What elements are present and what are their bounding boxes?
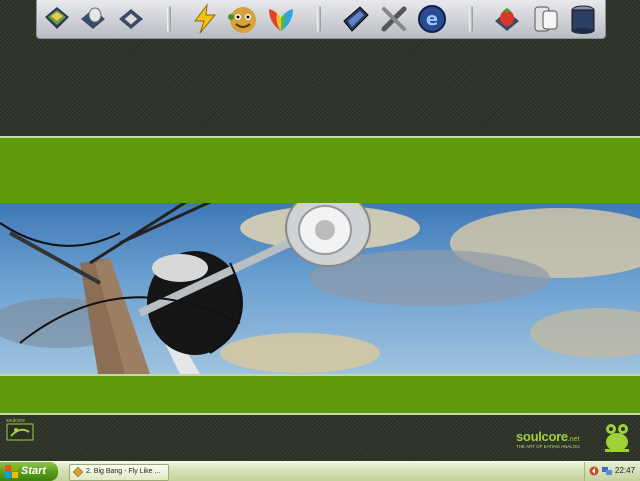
windows-flag-icon [5,465,18,478]
dock-separator [469,6,473,32]
recycle-bin-icon[interactable] [567,3,599,35]
svg-text:e: e [426,9,438,30]
desktop-icon[interactable] [41,3,73,35]
msn-butterfly-icon[interactable] [265,3,297,35]
buddy-icon[interactable] [227,3,259,35]
tools-icon[interactable] [378,3,410,35]
desktop-wallpaper: soulcore soulcore.net THE ART OF EATING … [0,0,640,461]
internet-explorer-icon[interactable]: e [416,3,448,35]
top-dock: e [36,0,606,39]
media-player-icon [73,467,83,477]
keyboard-icon[interactable] [115,3,147,35]
taskbar-button-media-player[interactable]: 2. Big Bang - Fly Like ... [69,464,169,481]
network-icon[interactable] [602,466,612,476]
strawberry-icon[interactable] [491,3,523,35]
brand-tagline: THE ART OF EATING ANALOG [516,444,580,449]
soulcore-small-logo: soulcore [6,418,34,442]
taskbar: Start 2. Big Bang - Fly Like ... 22:47 [0,461,640,481]
arrow-left-icon[interactable] [589,466,599,476]
wallpaper-photo [0,203,640,374]
soulcore-brand: soulcore.net THE ART OF EATING ANALOG [516,428,580,449]
winamp-icon[interactable] [189,3,221,35]
start-label: Start [21,465,47,477]
mouse-settings-icon[interactable] [77,3,109,35]
brand-name: soulcore [516,429,568,444]
wallpaper-green-band-top [0,136,640,206]
system-icon[interactable] [529,3,561,35]
utility-pole-illustration [0,203,640,374]
dock-separator [167,6,171,32]
dock-separator [317,6,321,32]
system-tray: 22:47 [584,462,640,481]
small-logo-caption: soulcore [6,418,25,424]
start-button[interactable]: Start [0,462,58,481]
brand-tld: .net [567,436,580,443]
wallpaper-green-band-bottom [0,374,640,415]
window-manager-icon[interactable] [340,3,372,35]
taskbar-button-label: 2. Big Bang - Fly Like ... [86,468,161,475]
clock: 22:47 [615,466,636,475]
frog-logo-icon [605,424,629,452]
